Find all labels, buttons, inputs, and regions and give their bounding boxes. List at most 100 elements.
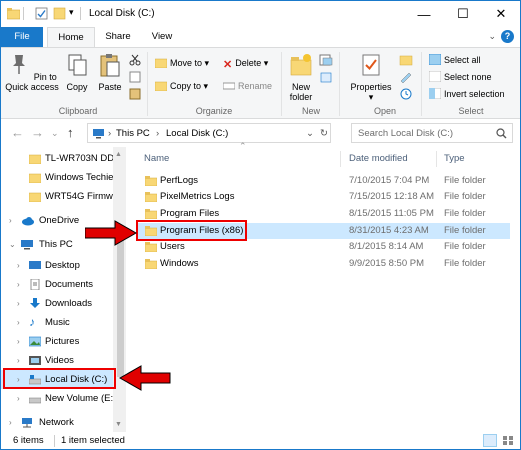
details-view-icon[interactable] bbox=[483, 434, 497, 447]
refresh-icon[interactable]: ↻ bbox=[320, 128, 328, 139]
pin-quick-access-button[interactable]: Pin to Quick access bbox=[5, 52, 59, 92]
new-folder-button[interactable]: New folder bbox=[284, 52, 318, 102]
scroll-down-icon[interactable]: ▼ bbox=[115, 421, 122, 428]
new-folder-qa-icon[interactable] bbox=[53, 7, 66, 20]
address-dropdown-icon[interactable]: ⌄ bbox=[306, 128, 314, 139]
group-organize: Organize bbox=[195, 106, 233, 116]
tab-home[interactable]: Home bbox=[47, 27, 95, 47]
move-to-button[interactable]: Move to ▾ bbox=[155, 56, 209, 71]
file-row[interactable]: Windows 9/9/2015 8:50 PM File folder bbox=[138, 256, 510, 272]
chevron-down-icon[interactable]: ⌄ bbox=[9, 235, 17, 254]
copy-button[interactable]: Copy bbox=[63, 52, 91, 92]
group-select: Select bbox=[458, 106, 484, 116]
select-all-button[interactable]: Select all bbox=[429, 53, 481, 68]
tab-view[interactable]: View bbox=[141, 27, 183, 47]
delete-icon: ✕ bbox=[223, 59, 233, 71]
nav-scrollbar-thumb[interactable] bbox=[117, 227, 124, 377]
maximize-button[interactable]: ☐ bbox=[444, 1, 482, 27]
desktop-icon bbox=[29, 261, 41, 269]
copy-to-icon bbox=[155, 81, 167, 91]
selection-count: 1 item selected bbox=[61, 435, 125, 446]
invert-selection-button[interactable]: Invert selection bbox=[429, 87, 505, 102]
folder-icon bbox=[29, 154, 41, 164]
move-to-icon bbox=[155, 58, 167, 68]
status-bar: 6 items 1 item selected bbox=[1, 432, 520, 449]
forward-icon[interactable]: → bbox=[31, 125, 44, 140]
group-open: Open bbox=[373, 106, 397, 116]
highlight-box-program-files-x86 bbox=[136, 220, 247, 241]
chevron-right-icon[interactable]: › bbox=[9, 211, 17, 230]
recent-locations-icon[interactable]: ⌄ bbox=[51, 128, 59, 139]
chevron-right-icon[interactable]: › bbox=[17, 389, 25, 408]
pin-icon bbox=[13, 55, 26, 74]
qa-dropdown-icon[interactable]: ▾ bbox=[69, 7, 74, 18]
select-none-button[interactable]: Select none bbox=[429, 70, 492, 85]
cut-icon[interactable] bbox=[129, 54, 141, 66]
column-name[interactable]: Name bbox=[144, 153, 169, 164]
breadcrumb-local-disk[interactable]: Local Disk (C:) bbox=[166, 128, 228, 139]
easy-access-icon[interactable] bbox=[319, 71, 333, 83]
folder-icon bbox=[145, 176, 157, 186]
chevron-right-icon[interactable]: › bbox=[17, 275, 25, 294]
properties-button[interactable]: Properties ▾ bbox=[346, 52, 396, 102]
file-row[interactable]: PixelMetrics Logs 7/15/2015 12:18 AM Fil… bbox=[138, 189, 510, 205]
tab-file[interactable]: File bbox=[1, 27, 43, 47]
help-icon[interactable]: ? bbox=[501, 30, 514, 43]
up-icon[interactable]: ↑ bbox=[67, 125, 74, 140]
ribbon-expand-icon[interactable]: ⌄ bbox=[488, 31, 496, 42]
delete-button[interactable]: ✕ Delete ▾ bbox=[223, 56, 268, 71]
chevron-right-icon[interactable]: › bbox=[17, 332, 25, 351]
column-type[interactable]: Type bbox=[444, 153, 465, 164]
folder-icon bbox=[29, 192, 41, 202]
network-icon bbox=[22, 418, 32, 428]
file-row[interactable]: PerfLogs 7/10/2015 7:04 PM File folder bbox=[138, 173, 510, 189]
breadcrumb-this-pc[interactable]: This PC bbox=[116, 128, 150, 139]
new-item-icon[interactable] bbox=[319, 54, 333, 66]
folder-icon bbox=[7, 8, 20, 20]
window-title: Local Disk (C:) bbox=[89, 8, 155, 19]
ribbon-tabs: File Home Share View ⌄ ? bbox=[1, 27, 520, 47]
new-folder-icon bbox=[290, 54, 312, 76]
paste-shortcut-icon[interactable] bbox=[129, 88, 141, 100]
copy-path-icon[interactable] bbox=[129, 71, 141, 83]
properties-icon bbox=[362, 54, 380, 76]
onedrive-icon bbox=[22, 217, 34, 226]
select-all-icon bbox=[429, 54, 441, 65]
close-button[interactable]: ✕ bbox=[482, 1, 520, 27]
history-icon[interactable] bbox=[399, 88, 413, 100]
highlight-box-local-disk bbox=[3, 368, 116, 389]
select-none-icon bbox=[429, 71, 441, 82]
tab-share[interactable]: Share bbox=[97, 27, 139, 47]
minimize-button[interactable]: — bbox=[405, 1, 443, 27]
search-input[interactable]: Search Local Disk (C:) bbox=[351, 123, 513, 143]
rename-button[interactable]: Rename bbox=[223, 79, 272, 94]
navigation-pane: TL-WR703N DD- Windows Techie WRT54G Firm… bbox=[1, 147, 127, 432]
open-icon[interactable] bbox=[399, 54, 413, 66]
chevron-right-icon[interactable]: › bbox=[17, 294, 25, 313]
paste-button[interactable]: Paste bbox=[95, 52, 125, 92]
large-icons-view-icon[interactable] bbox=[501, 434, 515, 447]
chevron-right-icon[interactable]: › bbox=[9, 413, 17, 432]
chevron-right-icon[interactable]: › bbox=[17, 313, 25, 332]
copy-to-button[interactable]: Copy to ▾ bbox=[155, 79, 208, 94]
this-pc-icon bbox=[93, 129, 104, 139]
edit-icon[interactable] bbox=[399, 71, 413, 83]
folder-icon bbox=[145, 259, 157, 269]
column-date-modified[interactable]: Date modified bbox=[349, 153, 408, 164]
explorer-window: ▾ Local Disk (C:) — ☐ ✕ File Home Share … bbox=[0, 0, 521, 450]
sort-ascending-icon: ⌃ bbox=[239, 141, 247, 151]
properties-qa-icon[interactable] bbox=[35, 7, 48, 20]
arrow-pointing-left-icon bbox=[119, 365, 171, 391]
pictures-icon bbox=[29, 336, 41, 347]
folder-icon bbox=[29, 173, 41, 183]
arrow-pointing-right-icon bbox=[85, 220, 137, 246]
search-icon bbox=[496, 128, 507, 139]
scroll-up-icon[interactable]: ▲ bbox=[115, 151, 122, 158]
back-icon[interactable]: ← bbox=[11, 125, 24, 140]
address-bar[interactable]: › This PC › Local Disk (C:) ⌄ ↻ bbox=[87, 123, 331, 143]
music-icon: ♪ bbox=[29, 315, 35, 329]
chevron-right-icon[interactable]: › bbox=[17, 256, 25, 275]
navigation-bar: ← → ⌄ ↑ › This PC › Local Disk (C:) ⌄ ↻ … bbox=[1, 119, 520, 147]
file-row[interactable]: Users 8/1/2015 8:14 AM File folder bbox=[138, 239, 510, 255]
computer-icon bbox=[21, 240, 33, 250]
